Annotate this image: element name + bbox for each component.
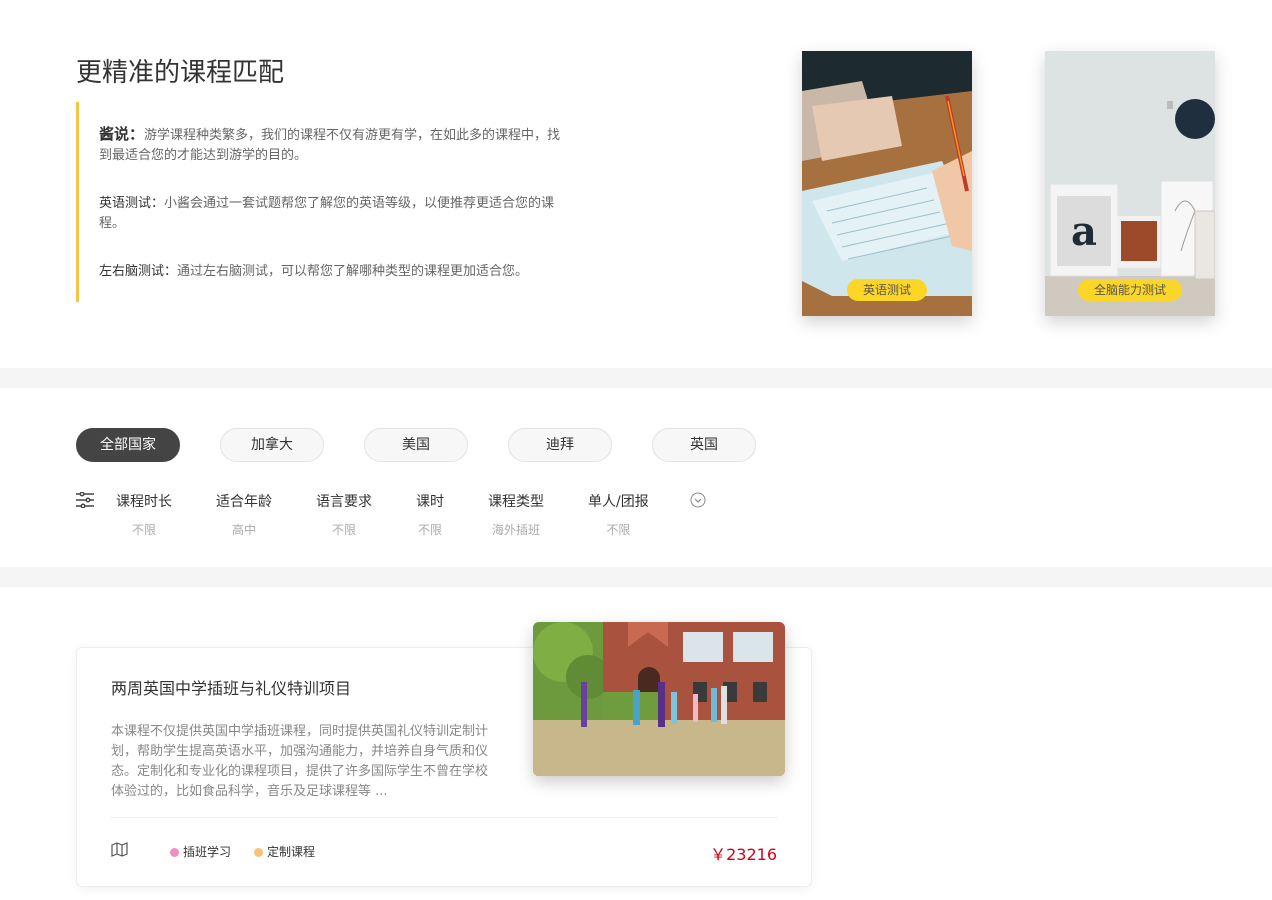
filter-group[interactable]: 单人/团报 不限: [588, 491, 649, 538]
tag-custom-course: 定制课程: [254, 843, 315, 860]
notebook-writing-image: [802, 51, 972, 316]
tag-dot: [170, 848, 179, 857]
filter-age-label: 适合年龄: [216, 494, 272, 510]
card-divider: [111, 817, 777, 818]
intro-paragraph-1: 酱说：游学课程种类繁多，我们的课程不仅有游更有学，在如此多的课程中，找到最适合您…: [99, 124, 567, 166]
english-test-button[interactable]: 英语测试: [846, 279, 928, 301]
section-divider-2: [0, 567, 1272, 587]
intro-paragraph-2-label: 英语测试：: [99, 196, 165, 211]
tag-dot: [254, 848, 263, 857]
brain-test-button[interactable]: 全脑能力测试: [1077, 279, 1183, 301]
country-chip-uk[interactable]: 英国: [652, 428, 756, 462]
filter-sliders-icon: [76, 492, 94, 508]
country-chip-all[interactable]: 全部国家: [76, 428, 180, 462]
tag-transfer-study: 插班学习: [170, 843, 231, 860]
filter-age[interactable]: 适合年龄 高中: [216, 491, 272, 538]
filter-duration[interactable]: 课程时长 不限: [116, 491, 172, 538]
filter-section: 全部国家 加拿大 美国 迪拜 英国 课程时长 不限 适合年龄 高中 语言要求 不…: [0, 388, 1272, 567]
filter-duration-label: 课程时长: [116, 494, 172, 510]
chevron-down-icon[interactable]: [690, 492, 706, 508]
country-chip-usa[interactable]: 美国: [364, 428, 468, 462]
brain-test-card[interactable]: a 全脑能力测试: [1045, 51, 1215, 316]
filter-group-label: 单人/团报: [588, 494, 649, 510]
intro-paragraph-2-text: 小酱会通过一套试题帮您了解您的英语等级，以便推荐更适合您的课程。: [99, 196, 555, 231]
section-divider-1: [0, 368, 1272, 388]
intro-paragraph-1-label: 酱说：: [99, 125, 145, 143]
intro-paragraph-3: 左右脑测试：通过左右脑测试，可以帮您了解哪种类型的课程更加适合您。: [99, 262, 567, 282]
map-icon: [111, 842, 128, 857]
intro-quote: 酱说：游学课程种类繁多，我们的课程不仅有游更有学，在如此多的课程中，找到最适合您…: [76, 102, 566, 302]
filter-course-type-value: 海外插班: [491, 523, 540, 537]
filter-hours-value: 不限: [417, 523, 442, 537]
intro-paragraph-3-text: 通过左右脑测试，可以帮您了解哪种类型的课程更加适合您。: [177, 264, 529, 279]
filter-hours-label: 课时: [416, 494, 444, 510]
country-chip-dubai[interactable]: 迪拜: [508, 428, 612, 462]
filter-language[interactable]: 语言要求 不限: [316, 491, 372, 538]
course-price: ￥23216: [710, 845, 777, 864]
filter-duration-value: 不限: [131, 523, 156, 537]
filter-course-type-label: 课程类型: [488, 494, 544, 510]
english-test-card[interactable]: 英语测试: [802, 51, 972, 316]
tag-transfer-study-label: 插班学习: [183, 845, 232, 859]
course-title[interactable]: 两周英国中学插班与礼仪特训项目: [111, 675, 351, 699]
svg-text:a: a: [1071, 208, 1097, 255]
course-description: 本课程不仅提供英国中学插班课程，同时提供英国礼仪特训定制计划，帮助学生提高英语水…: [111, 724, 489, 799]
intro-paragraph-2: 英语测试：小酱会通过一套试题帮您了解您的英语等级，以便推荐更适合您的课程。: [99, 194, 567, 234]
filter-language-value: 不限: [331, 523, 356, 537]
page-title: 更精准的课程匹配: [76, 58, 285, 88]
intro-section: 更精准的课程匹配 酱说：游学课程种类繁多，我们的课程不仅有游更有学，在如此多的课…: [0, 0, 1272, 368]
filter-hours[interactable]: 课时 不限: [416, 491, 444, 538]
filter-language-label: 语言要求: [316, 494, 372, 510]
intro-paragraph-1-text: 游学课程种类繁多，我们的课程不仅有游更有学，在如此多的课程中，找到最适合您的才能…: [99, 128, 561, 163]
gallery-wall-image: a: [1045, 51, 1215, 316]
campus-photo: [533, 622, 785, 776]
filter-group-value: 不限: [606, 523, 631, 537]
tag-custom-course-label: 定制课程: [267, 845, 316, 859]
country-chip-canada[interactable]: 加拿大: [220, 428, 324, 462]
filter-course-type[interactable]: 课程类型 海外插班: [488, 491, 544, 538]
course-image[interactable]: [533, 622, 785, 776]
filter-age-value: 高中: [231, 523, 256, 537]
intro-paragraph-3-label: 左右脑测试：: [99, 264, 178, 279]
